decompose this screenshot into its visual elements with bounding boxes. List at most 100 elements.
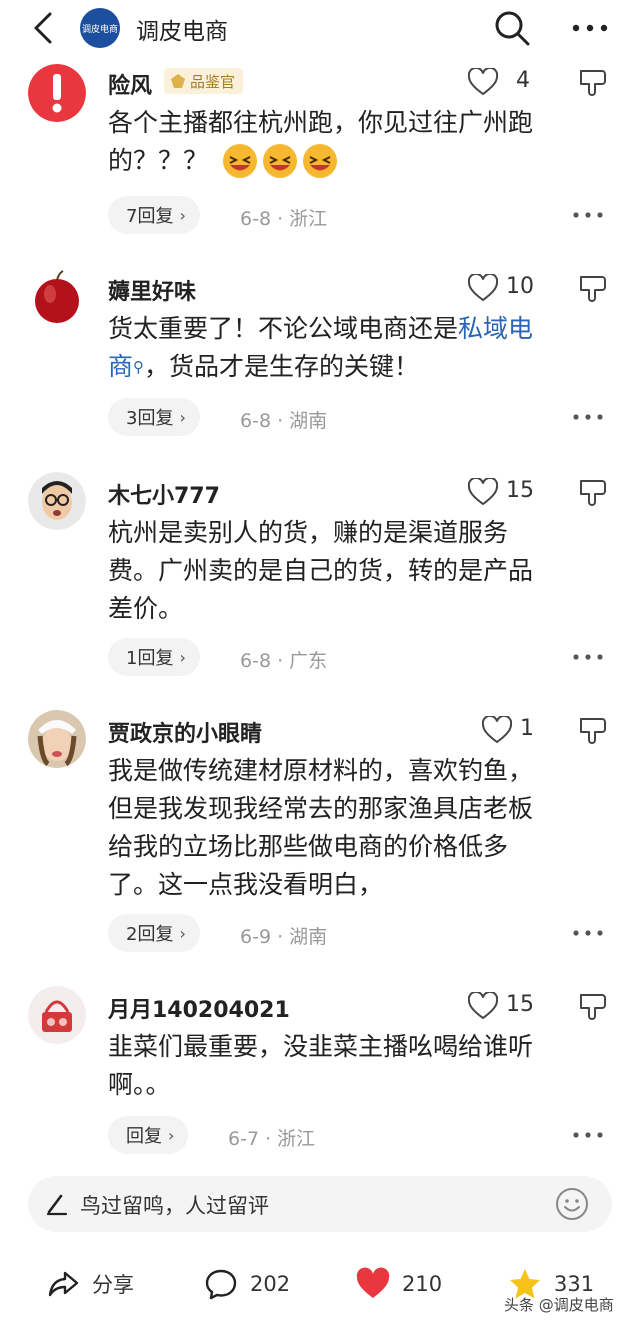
comment-text: 杭州是卖别人的货，赚的是渠道服务 费。广州卖的是自己的货，转的是产品 差价。 [108,514,608,628]
comment-text: 韭菜们最重要，没韭菜主播吆喝给谁听 啊。。 [108,1028,608,1104]
more-options-icon[interactable] [572,928,604,938]
avatar[interactable] [28,64,86,122]
comment-text-line: 了。这一点我没看明白， [108,870,384,899]
like-count: 15 [506,478,534,503]
like-count: 15 [506,992,534,1017]
comment-text-line: 的？？？ [108,146,209,175]
more-icon[interactable] [570,14,610,42]
comment-meta: 6-7 · 浙江 [228,1128,316,1150]
avatar[interactable] [28,268,86,326]
share-button[interactable]: 分享 [46,1262,134,1306]
more-options-icon[interactable] [572,652,604,662]
like-icon[interactable] [468,478,498,506]
like-icon[interactable] [468,992,498,1020]
like-button[interactable]: 210 [356,1262,442,1306]
comment-text-line: ，货品才是生存的关键！ [144,352,420,381]
reply-button[interactable]: 2回复 › [108,914,200,952]
person-avatar-icon [28,472,86,530]
like-icon[interactable] [468,274,498,302]
comment-text-line: 货太重要了！不论公域电商还是 [108,314,459,343]
chevron-right-icon: › [168,1125,175,1145]
comment-text-line: 韭菜们最重要，没韭菜主播吆喝给谁听 [108,1032,534,1061]
comment-text-line: 啊。。 [108,1070,171,1099]
like-icon[interactable] [468,68,498,96]
reply-count: 1回复 [126,648,174,669]
keyword-link[interactable]: 私域电 [458,314,533,343]
like-count: 1 [520,716,534,741]
nurse-avatar-icon [28,710,86,768]
comment-text-line: 杭州是卖别人的货，赚的是渠道服务 [108,518,509,547]
like-count: 4 [516,68,530,93]
search-keyword-icon[interactable]: ⚲ [133,358,144,376]
comments-count: 202 [250,1272,291,1296]
laughing-face-icon [223,144,338,178]
comment-text: 我是做传统建材原材料的，喜欢钓鱼， 但是我发现我经常去的那家渔具店老板 给我的立… [108,752,608,904]
comment-meta: 6-9 · 湖南 [240,926,328,948]
comment-input[interactable]: 鸟过留鸣，人过留评 [28,1176,612,1232]
comment-text: 各个主播都往杭州跑，你见过往广州跑 的？？？ [108,104,608,180]
comment-text-line: 差价。 [108,594,184,623]
comment-meta: 6-8 · 广东 [240,650,328,672]
comment-text-line: 费。广州卖的是自己的货，转的是产品 [108,556,534,585]
account-logo-text: 调皮电商 [81,24,118,35]
comment-author[interactable]: 贾政京的小眼睛 [108,716,262,748]
role-badge: 品鉴官 [164,68,244,94]
badge-icon [171,74,185,88]
reply-count: 2回复 [126,924,174,945]
apple-avatar-icon [28,268,86,326]
comment-author[interactable]: 薅里好味 [108,274,196,306]
more-options-icon[interactable] [572,1130,604,1140]
keyword-link[interactable]: 商 [108,352,133,381]
avatar[interactable] [28,986,86,1044]
comment-meta: 6-8 · 浙江 [240,208,328,230]
comments-button[interactable]: 202 [204,1262,290,1306]
more-options-icon[interactable] [572,412,604,422]
comment-text-line: 但是我发现我经常去的那家渔具店老板 [108,794,534,823]
comment-author[interactable]: 木七小777 [108,478,220,510]
like-icon[interactable] [482,716,512,744]
like-count: 10 [506,274,534,299]
comment-text-line: 给我的立场比那些做电商的价格低多 [108,832,509,861]
share-label: 分享 [92,1273,134,1297]
comment-author[interactable]: 月月140204021 [108,992,290,1024]
watermark: 头条 @调皮电商 [504,1296,614,1314]
pen-icon [46,1194,68,1216]
more-options-icon[interactable] [572,210,604,220]
chevron-right-icon: › [179,205,186,225]
avatar[interactable] [28,472,86,530]
likes-count: 210 [402,1272,443,1296]
account-title[interactable]: 调皮电商 [136,12,228,46]
comment-bubble-icon [205,1269,237,1300]
warning-avatar-icon [28,64,86,122]
dislike-icon[interactable] [578,477,608,507]
emoji-icon[interactable] [554,1186,590,1222]
comment-text-line: 我是做传统建材原材料的，喜欢钓鱼， [108,756,534,785]
dislike-icon[interactable] [578,715,608,745]
back-arrow-icon[interactable] [26,10,62,46]
comment-meta: 6-8 · 湖南 [240,410,328,432]
reply-button[interactable]: 3回复 › [108,398,200,436]
badge-label: 品鉴官 [190,72,236,91]
gift-avatar-icon [28,986,86,1044]
top-bar: 调皮电商 调皮电商 [0,0,640,56]
reply-button[interactable]: 回复 › [108,1116,189,1154]
input-placeholder: 鸟过留鸣，人过留评 [80,1194,269,1218]
dislike-icon[interactable] [578,273,608,303]
comment-text: 货太重要了！不论公域电商还是私域电 商⚲，货品才是生存的关键！ [108,310,608,386]
dislike-icon[interactable] [578,67,608,97]
comment-author[interactable]: 险风 [108,68,152,100]
search-icon[interactable] [492,8,532,48]
favorites-count: 331 [554,1272,595,1296]
avatar[interactable] [28,710,86,768]
account-logo[interactable]: 调皮电商 [80,8,120,48]
chevron-right-icon: › [179,647,186,667]
dislike-icon[interactable] [578,991,608,1021]
share-icon [48,1271,79,1297]
chevron-right-icon: › [179,923,186,943]
comment-text-line: 各个主播都往杭州跑，你见过往广州跑 [108,108,534,137]
reply-button[interactable]: 1回复 › [108,638,200,676]
reply-count: 7回复 [126,206,174,227]
reply-count: 回复 [126,1126,162,1147]
chevron-right-icon: › [179,407,186,427]
reply-button[interactable]: 7回复 › [108,196,200,234]
